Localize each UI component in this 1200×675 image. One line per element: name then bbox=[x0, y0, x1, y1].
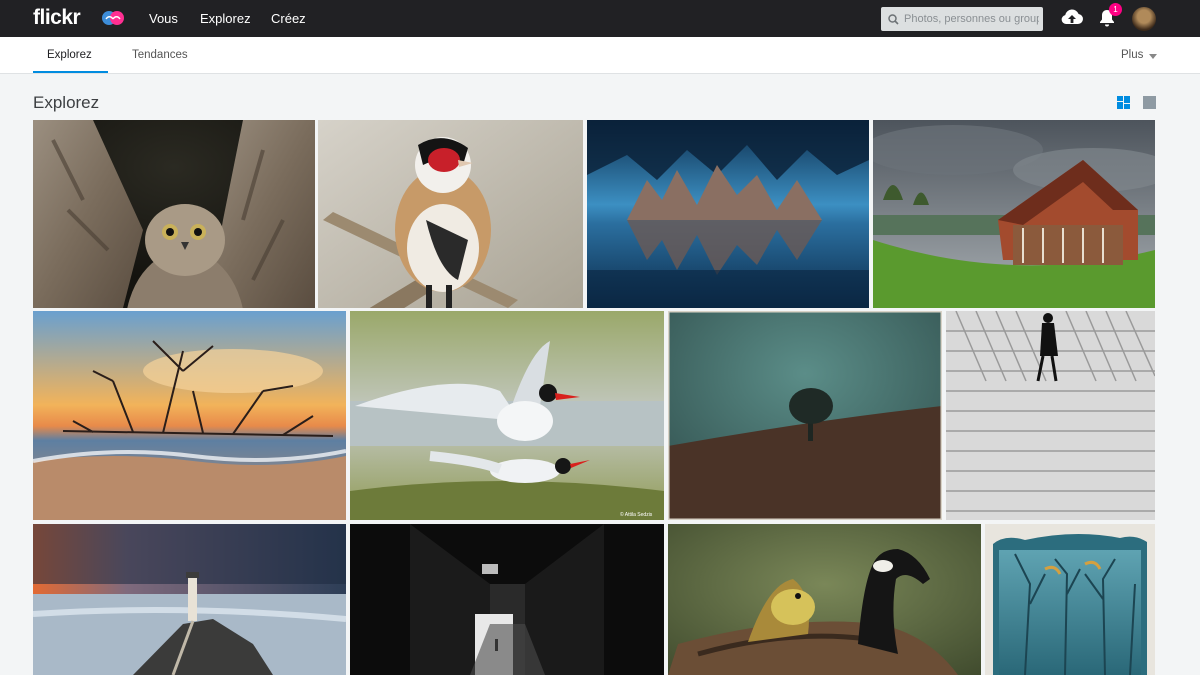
photo-terns[interactable]: © Attila Sedzis bbox=[350, 311, 664, 520]
active-tab-indicator bbox=[33, 71, 108, 73]
photo-goose-and-gosling[interactable] bbox=[668, 524, 981, 675]
tab-tendances[interactable]: Tendances bbox=[132, 49, 188, 61]
single-view-icon[interactable] bbox=[1143, 96, 1156, 109]
more-menu-button[interactable]: Plus bbox=[1121, 49, 1143, 61]
photo-ice-cave[interactable] bbox=[587, 120, 869, 308]
flickr-logo[interactable]: flickr bbox=[33, 6, 81, 30]
pro-badge-icon[interactable] bbox=[100, 9, 126, 27]
photo-lone-tree[interactable] bbox=[668, 311, 942, 520]
grid-view-icon[interactable] bbox=[1117, 96, 1130, 109]
nav-creez[interactable]: Créez bbox=[271, 11, 306, 26]
search-box[interactable] bbox=[881, 7, 1043, 31]
chevron-down-icon[interactable] bbox=[1149, 54, 1157, 59]
explore-subnav: Explorez Tendances Plus bbox=[0, 37, 1200, 74]
nav-explorez[interactable]: Explorez bbox=[200, 11, 251, 26]
photo-man-on-boardwalk[interactable] bbox=[946, 311, 1155, 520]
nav-vous[interactable]: Vous bbox=[149, 11, 178, 26]
search-icon bbox=[888, 13, 899, 25]
tab-explorez[interactable]: Explorez bbox=[47, 49, 92, 61]
user-avatar[interactable] bbox=[1132, 7, 1156, 31]
search-input[interactable] bbox=[904, 13, 1039, 25]
notification-count-badge: 1 bbox=[1109, 3, 1122, 16]
photo-watermark: © Attila Sedzis bbox=[620, 511, 653, 518]
top-navigation-bar: flickr Vous Explorez Créez 1 bbox=[0, 0, 1200, 37]
upload-cloud-icon[interactable] bbox=[1060, 8, 1084, 28]
photo-lighthouse[interactable] bbox=[33, 524, 346, 675]
photo-dark-tunnel[interactable] bbox=[350, 524, 664, 675]
photo-owl-chick[interactable] bbox=[33, 120, 315, 308]
photo-goldfinch[interactable] bbox=[318, 120, 583, 308]
page-title: Explorez bbox=[33, 93, 100, 112]
photo-polaroid-trees[interactable] bbox=[985, 524, 1155, 675]
photo-timber-house[interactable] bbox=[873, 120, 1155, 308]
photo-sunset-driftwood[interactable] bbox=[33, 311, 346, 520]
